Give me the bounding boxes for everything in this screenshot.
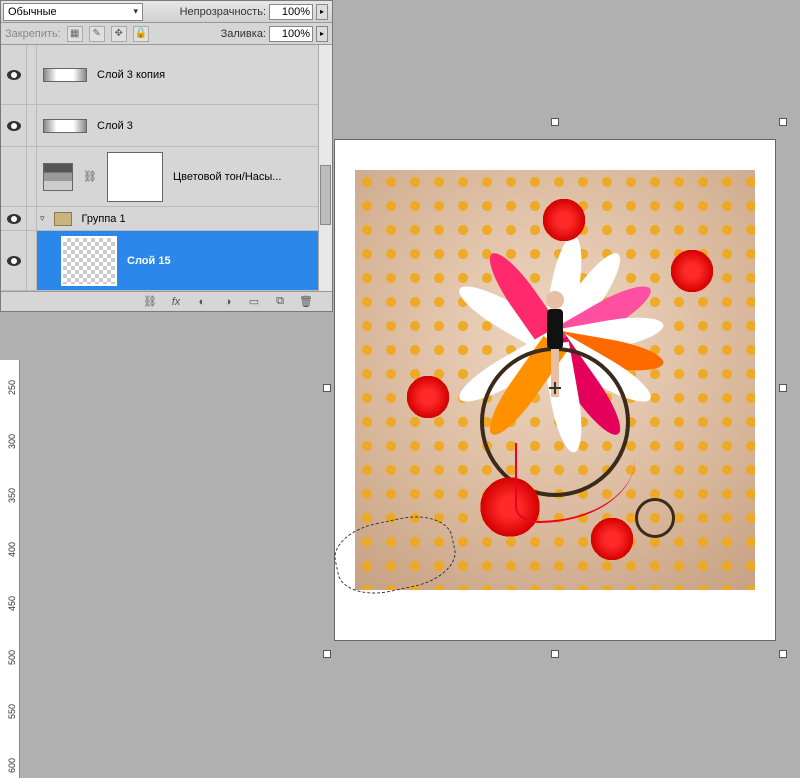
folder-icon [54,212,72,226]
opacity-input[interactable]: 100% [269,4,313,20]
layer-mask-thumbnail[interactable] [107,152,163,202]
ruler-tick: 500 [7,650,17,665]
ruler-tick: 400 [7,542,17,557]
layer-row-adjustment[interactable]: ⛓ Цветовой тон/Насы... [1,147,332,207]
add-mask-icon[interactable]: ◐ [194,295,210,309]
fill-label: Заливка: [221,28,266,40]
ruler-tick: 450 [7,596,17,611]
visibility-eye-icon[interactable] [7,256,21,266]
layer-name[interactable]: Слой 15 [123,255,332,267]
layer-name[interactable]: Слой 3 копия [93,69,332,81]
layer-thumbnail[interactable] [43,119,87,133]
transform-handle-bm[interactable] [551,650,559,658]
layer-name[interactable]: Слой 3 [93,120,332,132]
layer-group-row[interactable]: ▿ Группа 1 [1,207,332,231]
lock-all-icon[interactable]: 🔒 [133,26,149,42]
vertical-ruler: 250 300 350 400 450 500 550 600 [0,360,20,778]
lock-position-icon[interactable]: ✥ [111,26,127,42]
transform-handle-ml[interactable] [323,384,331,392]
layer-thumbnail[interactable] [43,68,87,82]
visibility-eye-icon[interactable] [7,121,21,131]
mask-link-icon[interactable]: ⛓ [83,170,97,183]
layers-panel-footer: ⛓ fx ◐ ◑ ▭ ⧉ 🗑 [1,291,332,311]
fill-stepper[interactable]: ▸ [316,26,328,42]
panel-scrollbar[interactable] [318,45,332,291]
adjustment-thumbnail[interactable] [43,163,73,191]
transform-handle-mr[interactable] [779,384,787,392]
delete-layer-icon[interactable]: 🗑 [298,295,314,309]
layer-thumbnail[interactable] [61,236,117,286]
layer-row-selected[interactable]: Слой 15 [1,231,332,291]
link-layers-icon[interactable]: ⛓ [142,295,158,309]
lock-label: Закрепить: [5,28,61,40]
layer-name[interactable]: Цветовой тон/Насы... [169,171,332,183]
ruler-tick: 550 [7,704,17,719]
layers-header-row1: Обычные ▾ Непрозрачность: 100% ▸ [1,1,332,23]
lock-transparency-icon[interactable]: ▦ [67,26,83,42]
new-group-icon[interactable]: ▭ [246,295,262,309]
transform-handle-br[interactable] [779,650,787,658]
blend-mode-select[interactable]: Обычные ▾ [3,3,143,21]
new-layer-icon[interactable]: ⧉ [272,295,288,309]
ruler-tick: 250 [7,380,17,395]
visibility-eye-icon[interactable] [7,70,21,80]
ruler-tick: 350 [7,488,17,503]
layers-list: Слой 3 копия Слой 3 ⛓ Цветовой тон/Насы.… [1,45,332,291]
new-adjustment-icon[interactable]: ◑ [220,295,236,309]
opacity-stepper[interactable]: ▸ [316,4,328,20]
ruler-tick: 300 [7,434,17,449]
layer-name[interactable]: Группа 1 [78,213,332,225]
ruler-tick: 600 [7,758,17,773]
opacity-label: Непрозрачность: [180,6,266,18]
scrollbar-thumb[interactable] [320,165,331,225]
transform-handle-bl[interactable] [323,650,331,658]
fill-input[interactable]: 100% [269,26,313,42]
chevron-down-icon: ▾ [133,6,138,17]
group-disclosure-icon[interactable]: ▿ [37,213,48,224]
layers-panel: Обычные ▾ Непрозрачность: 100% ▸ Закрепи… [0,0,333,312]
layer-row[interactable]: Слой 3 копия [1,45,332,105]
transform-handle-tm[interactable] [551,118,559,126]
layer-row[interactable]: Слой 3 [1,105,332,147]
transform-center-icon[interactable] [549,382,561,394]
blend-mode-value: Обычные [8,6,57,18]
visibility-eye-icon[interactable] [7,214,21,224]
layers-header-row2: Закрепить: ▦ ✎ ✥ 🔒 Заливка: 100% ▸ [1,23,332,45]
transform-handle-tr[interactable] [779,118,787,126]
lock-pixels-icon[interactable]: ✎ [89,26,105,42]
layer-fx-icon[interactable]: fx [168,295,184,309]
